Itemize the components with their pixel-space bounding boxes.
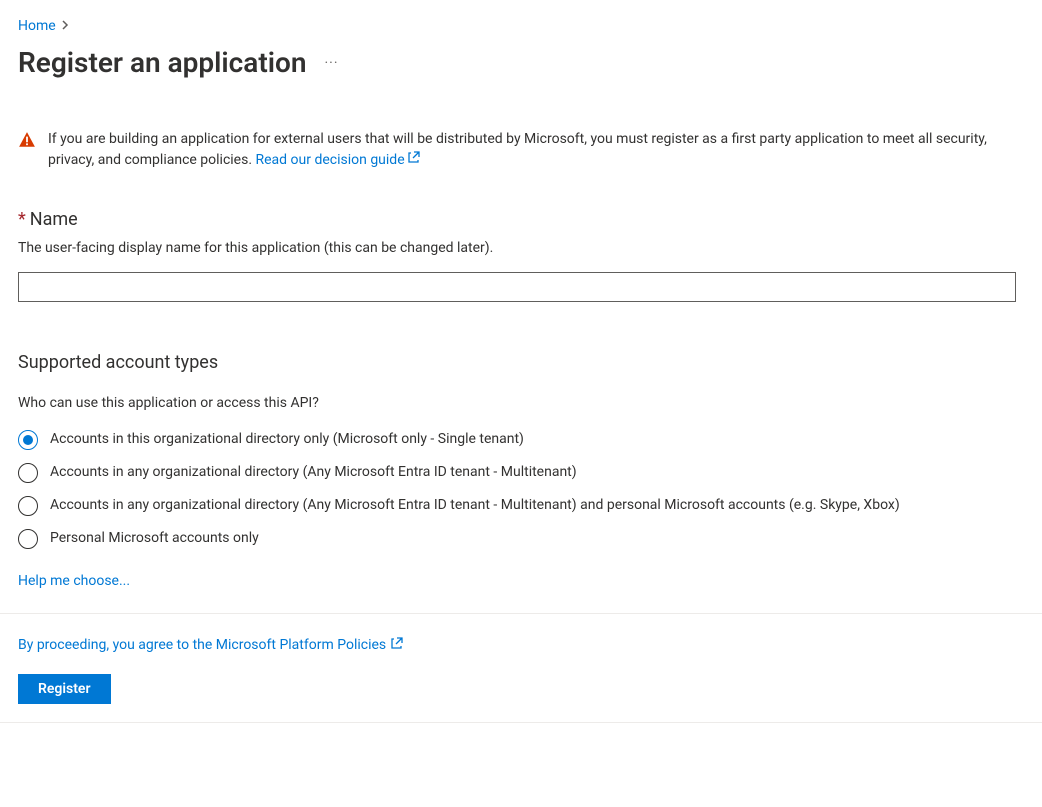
more-button[interactable]: ··· (321, 51, 343, 75)
account-type-option-single-tenant[interactable]: Accounts in this organizational director… (18, 429, 1024, 450)
breadcrumb-home-link[interactable]: Home (18, 18, 56, 34)
platform-policies-link[interactable]: By proceeding, you agree to the Microsof… (18, 636, 404, 654)
policies-link-text: By proceeding, you agree to the Microsof… (18, 637, 386, 653)
name-label-text: Name (30, 209, 78, 230)
radio-icon (18, 529, 38, 549)
account-type-option-multitenant[interactable]: Accounts in any organizational directory… (18, 462, 1024, 483)
radio-icon (18, 430, 38, 450)
account-types-sub: Who can use this application or access t… (18, 395, 1024, 411)
name-input[interactable] (18, 272, 1016, 302)
warning-banner: If you are building an application for e… (18, 129, 1024, 171)
radio-label: Accounts in this organizational director… (50, 429, 524, 450)
required-indicator: * (18, 209, 26, 230)
radio-label: Accounts in any organizational directory… (50, 495, 900, 516)
register-button[interactable]: Register (18, 674, 111, 704)
account-types-heading: Supported account types (18, 352, 1024, 373)
name-field-label: * Name (18, 209, 1024, 230)
chevron-right-icon (62, 19, 69, 33)
help-me-choose-link[interactable]: Help me choose... (18, 573, 130, 589)
account-type-option-multitenant-personal[interactable]: Accounts in any organizational directory… (18, 495, 1024, 516)
name-field-help: The user-facing display name for this ap… (18, 240, 1024, 256)
external-link-icon (407, 150, 421, 171)
radio-icon (18, 463, 38, 483)
warning-message: If you are building an application for e… (48, 131, 987, 168)
decision-guide-link[interactable]: Read our decision guide (256, 152, 421, 168)
external-link-icon (390, 636, 404, 654)
title-row: Register an application ··· (18, 46, 1024, 79)
breadcrumb: Home (18, 18, 1024, 34)
page-title: Register an application (18, 46, 307, 79)
account-type-option-personal[interactable]: Personal Microsoft accounts only (18, 528, 1024, 549)
radio-icon (18, 496, 38, 516)
account-types-radio-group: Accounts in this organizational director… (18, 429, 1024, 549)
footer: By proceeding, you agree to the Microsof… (0, 613, 1042, 723)
radio-label: Personal Microsoft accounts only (50, 528, 259, 549)
warning-text: If you are building an application for e… (48, 129, 1004, 171)
radio-label: Accounts in any organizational directory… (50, 462, 577, 483)
warning-icon (18, 131, 36, 153)
